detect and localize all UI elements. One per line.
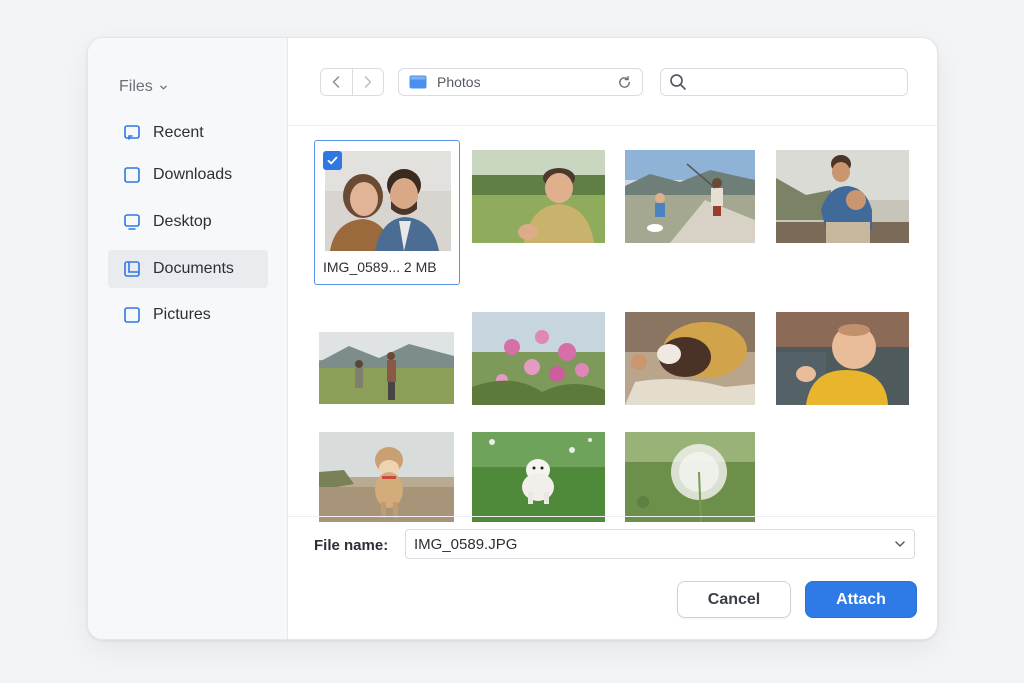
sidebar-item-downloads[interactable]: Downloads (108, 156, 268, 194)
photo-thumbnail[interactable] (472, 432, 605, 522)
chevron-down-icon (159, 85, 167, 89)
folder-icon (409, 75, 427, 89)
forward-button[interactable] (351, 69, 383, 95)
back-button[interactable] (321, 69, 352, 95)
search-icon (670, 74, 686, 90)
recent-icon (124, 125, 140, 140)
photo-thumbnail (325, 151, 451, 251)
photo-thumbnail[interactable] (625, 150, 755, 243)
checkmark-icon (327, 156, 338, 165)
sidebar-item-documents[interactable]: Documents (108, 250, 268, 288)
sidebar-item-recent[interactable]: Recent (108, 114, 268, 152)
sidebar: Files Recent Downloads Desktop Documents… (88, 38, 288, 639)
refresh-icon[interactable] (617, 75, 632, 90)
photo-thumbnail[interactable] (776, 150, 909, 243)
photo-thumbnail[interactable] (472, 150, 605, 243)
attach-button[interactable]: Attach (805, 581, 917, 618)
photo-thumbnail[interactable] (319, 432, 454, 522)
selected-file-caption: IMG_0589... 2 MB (323, 259, 437, 275)
location-label: Photos (437, 74, 481, 90)
file-name-combobox[interactable] (405, 529, 915, 559)
sidebar-item-label: Downloads (153, 166, 233, 183)
file-name-input[interactable] (414, 535, 894, 553)
photo-thumbnail[interactable] (625, 432, 755, 522)
pictures-icon (124, 307, 140, 323)
selected-checkbox[interactable] (323, 151, 342, 170)
photo-thumbnail[interactable] (472, 312, 605, 405)
photo-thumbnail[interactable] (319, 332, 454, 404)
chevron-down-icon[interactable] (894, 540, 906, 548)
search-input[interactable] (693, 74, 907, 90)
sidebar-item-label: Desktop (153, 213, 212, 230)
history-nav (320, 68, 384, 96)
location-dropdown[interactable]: Photos (398, 68, 643, 96)
documents-icon (124, 261, 140, 277)
desktop-icon (124, 214, 140, 230)
downloads-icon (124, 167, 140, 183)
sidebar-item-pictures[interactable]: Pictures (108, 296, 268, 334)
sidebar-header-dropdown[interactable]: Files (119, 78, 168, 96)
file-tile-selected[interactable]: IMG_0589... 2 MB (314, 140, 460, 285)
file-picker-dialog: Files Recent Downloads Desktop Documents… (87, 37, 938, 640)
toolbar: Photos (288, 38, 937, 126)
file-grid: IMG_0589... 2 MB (288, 126, 937, 522)
photo-thumbnail[interactable] (776, 312, 909, 405)
sidebar-item-label: Pictures (153, 306, 211, 323)
search-box[interactable] (660, 68, 908, 96)
sidebar-header-label: Files (119, 78, 153, 95)
cancel-button[interactable]: Cancel (677, 581, 791, 618)
sidebar-item-label: Documents (153, 260, 234, 277)
file-name-label: File name: (314, 537, 389, 554)
photo-thumbnail[interactable] (625, 312, 755, 405)
sidebar-item-desktop[interactable]: Desktop (108, 203, 268, 241)
chevron-left-icon (333, 76, 340, 88)
dialog-footer: File name: Cancel Attach (288, 516, 937, 639)
chevron-right-icon (364, 76, 372, 88)
sidebar-item-label: Recent (153, 124, 204, 141)
